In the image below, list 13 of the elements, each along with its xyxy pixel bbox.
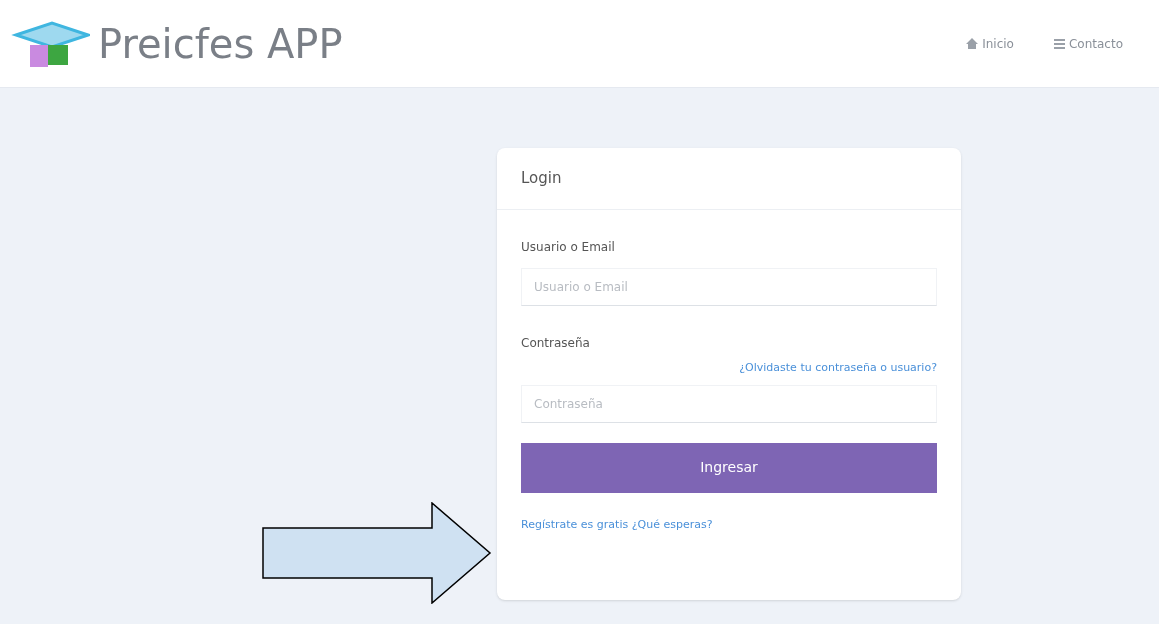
nav-link[interactable]: Contacto <box>1053 34 1123 53</box>
input-field[interactable]: Contraseña <box>521 384 937 423</box>
home-icon <box>966 38 979 49</box>
field-label: Usuario o Email <box>521 239 615 256</box>
card-title: Login <box>521 168 562 190</box>
forgot-password-link[interactable]: ¿Olvidaste tu contraseña o usuario? <box>739 360 937 377</box>
brand-name: Preicfes APP <box>98 23 343 64</box>
field-label: Contraseña <box>521 335 590 352</box>
login-button[interactable]: Ingresar <box>521 442 937 493</box>
list-icon <box>1053 38 1065 49</box>
register-link[interactable]: Regístrate es gratis ¿Qué esperas? <box>521 516 713 533</box>
nav-link[interactable]: Inicio <box>966 34 1014 53</box>
input-field[interactable]: Usuario o Email <box>521 268 937 306</box>
